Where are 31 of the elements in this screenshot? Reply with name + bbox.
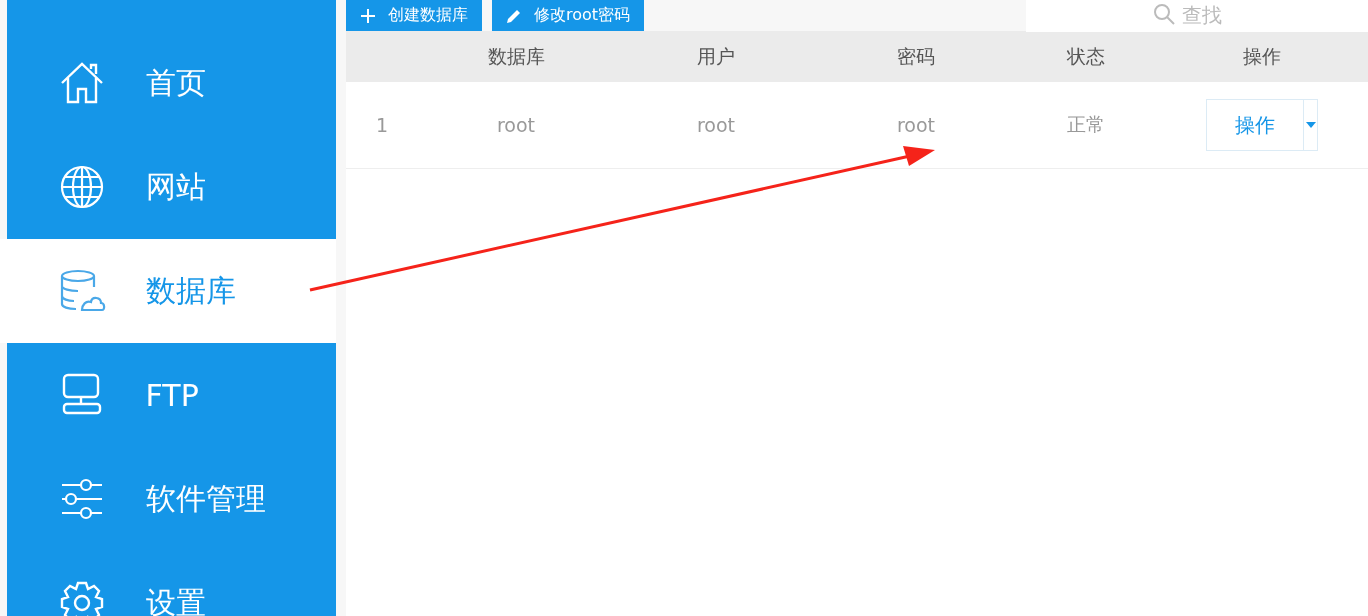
sidebar-label: 数据库 (145, 271, 236, 310)
sidebar-item[interactable]: FTP (6, 343, 336, 447)
table-cell: root (696, 114, 736, 136)
search-icon (1152, 1, 1176, 26)
column-header: 操作 (1243, 43, 1281, 69)
search-field[interactable]: 查找 (1026, 0, 1368, 32)
table-cell: root (496, 114, 536, 136)
sidebar-label: 软件管理 (145, 479, 266, 518)
sidebar-item[interactable]: 设置 (6, 551, 336, 616)
toolbar-button[interactable]: 创建数据库 (346, 0, 482, 31)
action-dropdown[interactable]: 操作 (1206, 99, 1318, 151)
sidebar-label: 首页 (145, 63, 206, 102)
row-number: 1 (376, 114, 389, 136)
caret-icon[interactable] (1303, 100, 1317, 150)
toolbar-button[interactable]: 修改root密码 (492, 0, 645, 31)
plus-icon (360, 7, 376, 24)
column-header: 状态 (1067, 43, 1105, 69)
sidebar-item[interactable]: 软件管理 (6, 447, 336, 551)
sidebar-item[interactable]: 数据库 (0, 239, 336, 343)
sidebar-label: 网站 (145, 167, 206, 206)
column-header: 数据库 (487, 43, 545, 69)
column-header: 用户 (697, 43, 735, 69)
sidebar-label: FTP (145, 377, 199, 413)
table-cell: root (896, 114, 936, 136)
sidebar-label: 设置 (145, 583, 206, 616)
status-text: 正常 (1067, 112, 1105, 137)
action-button[interactable]: 操作 (1207, 111, 1303, 139)
pencil-icon (506, 7, 522, 24)
sidebar-item[interactable]: 首页 (6, 31, 336, 135)
sidebar-item[interactable]: 网站 (6, 135, 336, 239)
column-header: 密码 (897, 43, 935, 69)
